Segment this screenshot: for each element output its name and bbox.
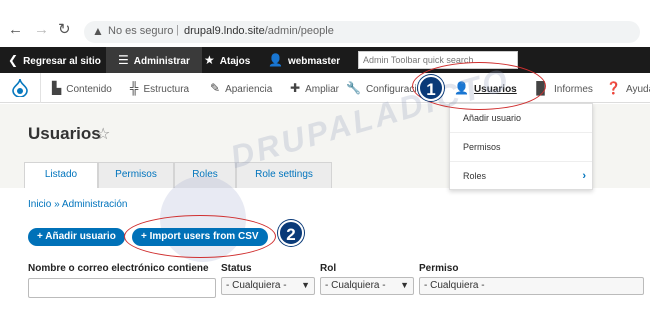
star-icon[interactable]: ☆ — [96, 124, 110, 144]
toolbar-admin-label: Administrar — [133, 56, 190, 67]
step-badge-1: 1 — [418, 75, 444, 101]
reload-icon[interactable]: ↻ — [58, 22, 71, 37]
admin-tray: ▙ Contenido ╬ Estructura ✎ Apariencia ✚ Ampl… — [0, 73, 650, 103]
filter-status-label: Status — [221, 263, 252, 274]
url-text: drupal9.lndo.site/admin/people — [184, 25, 334, 37]
chevron-right-icon: › — [582, 170, 586, 182]
tray-item-extend[interactable]: ✚ Ampliar — [290, 73, 339, 103]
user-icon: 👤 — [268, 53, 283, 67]
arrow-left-icon[interactable]: ← — [8, 22, 23, 37]
filter-permission-select[interactable]: - Cualquiera - — [419, 277, 644, 295]
tray-divider — [40, 73, 41, 103]
file-icon: ▙ — [52, 81, 62, 95]
sitemap-icon: ╬ — [130, 81, 139, 95]
browser-bar: ← → ↻ ▲ No es seguro | drupal9.lndo.site… — [0, 0, 650, 46]
url-path: /admin/people — [264, 25, 334, 37]
tray-item-label: Ayuda — [625, 84, 650, 95]
chevron-down-icon: ▼ — [400, 280, 409, 290]
breadcrumb[interactable]: Inicio » Administración — [28, 199, 128, 210]
star-icon: ★ — [204, 53, 215, 67]
tray-item-appearance[interactable]: ✎ Apariencia — [210, 73, 272, 103]
select-value: - Cualquiera - — [226, 280, 287, 291]
dropdown-item-permissions[interactable]: Permisos — [450, 133, 592, 162]
arrow-right-icon[interactable]: → — [34, 22, 49, 37]
select-value: - Cualquiera - — [424, 280, 485, 291]
tab-listado[interactable]: Listado — [24, 162, 98, 188]
tray-item-help[interactable]: ❓ Ayuda — [606, 73, 650, 103]
select-value: - Cualquiera - — [325, 280, 386, 291]
users-dropdown-menu: Añadir usuario Permisos Roles › — [449, 103, 593, 190]
filter-role-label: Rol — [320, 263, 337, 274]
dropdown-item-label: Roles — [463, 171, 487, 181]
dropdown-item-roles[interactable]: Roles › — [450, 162, 592, 191]
tray-item-label: Estructura — [143, 84, 190, 95]
filter-name-label: Nombre o correo electrónico contiene — [28, 263, 209, 274]
tab-permisos[interactable]: Permisos — [98, 162, 174, 188]
warning-icon: ▲ — [92, 24, 104, 38]
toolbar-shortcuts-tab[interactable]: ★ Atajos — [204, 47, 250, 73]
brush-icon: ✎ — [210, 81, 221, 95]
filter-permission-label: Permiso — [419, 263, 459, 274]
filter-status-select[interactable]: - Cualquiera - ▼ — [221, 277, 315, 295]
wrench-icon: 🔧 — [346, 81, 361, 95]
help-icon: ❓ — [606, 81, 621, 95]
tray-item-label: Apariencia — [225, 84, 273, 95]
back-to-site-link[interactable]: ❮ Regresar al sitio — [8, 47, 101, 73]
page-title: Usuarios — [28, 124, 101, 143]
url-host: drupal9.lndo.site — [184, 25, 265, 37]
tray-item-label: Informes — [554, 84, 593, 95]
tray-item-content[interactable]: ▙ Contenido — [52, 73, 112, 103]
chevron-down-icon: ▼ — [301, 280, 310, 290]
drupal-logo-icon[interactable] — [12, 79, 28, 97]
tray-item-structure[interactable]: ╬ Estructura — [130, 73, 189, 103]
url-separator: | — [176, 24, 179, 36]
highlight-ellipse-import — [124, 215, 276, 258]
menu-icon: ☰ — [118, 53, 129, 67]
toolbar-user-tab[interactable]: 👤 webmaster — [268, 47, 340, 73]
admin-toolbar: ❮ Regresar al sitio ☰ Administrar ★ Atajos … — [0, 47, 650, 73]
puzzle-icon: ✚ — [290, 81, 301, 95]
toolbar-user-label: webmaster — [287, 56, 341, 67]
tray-item-label: Contenido — [66, 84, 112, 95]
back-circle-icon: ❮ — [8, 53, 19, 67]
filter-role-select[interactable]: - Cualquiera - ▼ — [320, 277, 414, 295]
back-to-site-label: Regresar al sitio — [23, 56, 101, 67]
address-bar[interactable]: ▲ No es seguro | drupal9.lndo.site/admin… — [84, 21, 640, 43]
security-text: No es seguro — [108, 25, 174, 37]
toolbar-shortcuts-label: Atajos — [219, 56, 251, 67]
filter-name-input[interactable] — [28, 278, 216, 298]
toolbar-admin-tab[interactable]: ☰ Administrar — [106, 47, 202, 73]
tray-item-label: Ampliar — [305, 84, 339, 95]
step-badge-2: 2 — [278, 220, 304, 246]
add-user-button[interactable]: + Añadir usuario — [28, 228, 125, 246]
